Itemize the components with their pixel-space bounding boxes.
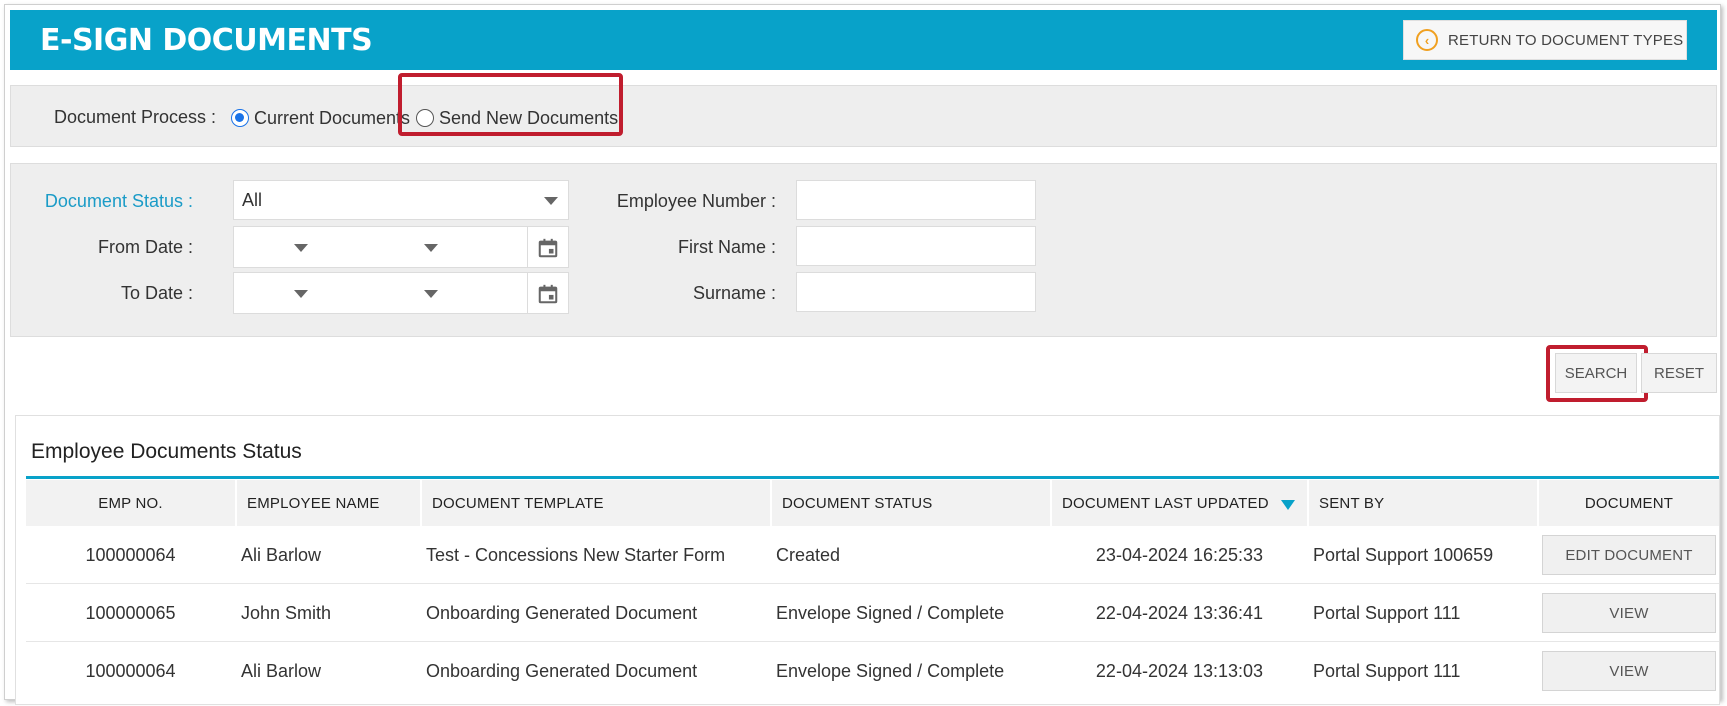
cell-document-template: Onboarding Generated Document xyxy=(426,660,698,681)
table-title: Employee Documents Status xyxy=(31,440,302,463)
cell-document-template: Onboarding Generated Document xyxy=(426,602,698,623)
document-process-label: Document Process : xyxy=(54,107,217,127)
employee-number-label: Employee Number : xyxy=(616,191,776,211)
surname-input[interactable] xyxy=(796,272,1036,312)
divider xyxy=(527,273,528,313)
page-header: E-SIGN DOCUMENTS ‹ RETURN TO DOCUMENT TY… xyxy=(10,10,1717,70)
cell-document-status: Created xyxy=(776,544,841,565)
cell-employee-name: Ali Barlow xyxy=(241,544,322,565)
first-name-label: First Name : xyxy=(677,237,776,257)
chevron-down-icon[interactable] xyxy=(294,290,308,298)
cell-sent-by: Portal Support 111 xyxy=(1313,602,1461,623)
column-emp-no[interactable]: EMP NO. xyxy=(26,480,235,526)
column-document[interactable]: DOCUMENT xyxy=(1539,480,1719,526)
view-document-button[interactable]: VIEW xyxy=(1542,593,1716,633)
to-date-picker[interactable] xyxy=(233,272,569,314)
column-document-last-updated-label: DOCUMENT LAST UPDATED xyxy=(1062,494,1269,512)
employee-number-input[interactable] xyxy=(796,180,1036,220)
document-status-value: All xyxy=(242,190,263,210)
column-document-status[interactable]: DOCUMENT STATUS xyxy=(772,480,1050,526)
column-sent-by[interactable]: SENT BY xyxy=(1309,480,1537,526)
calendar-icon[interactable] xyxy=(537,237,559,259)
table-row: 100000064 Ali Barlow Test - Concessions … xyxy=(26,526,1719,584)
cell-emp-no: 100000065 xyxy=(85,602,176,623)
from-date-label: From Date : xyxy=(97,237,193,257)
divider xyxy=(527,227,528,267)
cell-sent-by: Portal Support 100659 xyxy=(1313,544,1494,565)
filter-panel: Document Status : All From Date : To Dat… xyxy=(10,163,1717,337)
highlight-search-button xyxy=(1546,345,1648,402)
cell-document-status: Envelope Signed / Complete xyxy=(776,660,1005,681)
document-status-select[interactable]: All xyxy=(233,180,569,220)
cell-document-template: Test - Concessions New Starter Form xyxy=(426,544,726,565)
chevron-down-icon[interactable] xyxy=(294,244,308,252)
cell-employee-name: Ali Barlow xyxy=(241,660,322,681)
chevron-down-icon xyxy=(544,197,558,205)
document-status-label: Document Status : xyxy=(44,191,193,211)
calendar-icon[interactable] xyxy=(537,283,559,305)
sort-desc-icon[interactable] xyxy=(1281,500,1295,510)
cell-last-updated: 23-04-2024 16:25:33 xyxy=(1095,544,1264,565)
column-employee-name[interactable]: EMPLOYEE NAME xyxy=(237,480,420,526)
to-date-label: To Date : xyxy=(120,283,193,303)
edit-document-button[interactable]: EDIT DOCUMENT xyxy=(1542,535,1716,575)
highlight-send-new-documents xyxy=(398,73,623,136)
chevron-down-icon[interactable] xyxy=(424,290,438,298)
cell-last-updated: 22-04-2024 13:36:41 xyxy=(1095,602,1264,623)
cell-employee-name: John Smith xyxy=(241,602,332,623)
page-frame: E-SIGN DOCUMENTS ‹ RETURN TO DOCUMENT TY… xyxy=(4,4,1721,705)
cell-emp-no: 100000064 xyxy=(85,660,176,681)
chevron-down-icon[interactable] xyxy=(424,244,438,252)
column-document-template[interactable]: DOCUMENT TEMPLATE xyxy=(422,480,770,526)
first-name-input[interactable] xyxy=(796,226,1036,266)
chevron-left-circle-icon: ‹ xyxy=(1416,29,1438,51)
page-title: E-SIGN DOCUMENTS xyxy=(40,23,373,58)
cell-last-updated: 22-04-2024 13:13:03 xyxy=(1095,660,1264,681)
cell-document-status: Envelope Signed / Complete xyxy=(776,602,1005,623)
surname-label: Surname : xyxy=(692,283,776,303)
radio-current-documents[interactable] xyxy=(231,109,249,127)
employee-documents-panel: Employee Documents Status EMP NO. EMPLOY… xyxy=(15,415,1720,705)
cell-sent-by: Portal Support 111 xyxy=(1313,660,1461,681)
view-document-button[interactable]: VIEW xyxy=(1542,651,1716,691)
document-process-bar: Document Process : Current Documents Sen… xyxy=(10,85,1717,147)
radio-current-documents-label[interactable]: Current Documents xyxy=(254,108,410,129)
reset-button[interactable]: RESET xyxy=(1641,353,1717,393)
table-row: 100000064 Ali Barlow Onboarding Generate… xyxy=(26,642,1719,700)
table-row: 100000065 John Smith Onboarding Generate… xyxy=(26,584,1719,642)
table-header: EMP NO. EMPLOYEE NAME DOCUMENT TEMPLATE … xyxy=(26,480,1719,526)
return-to-document-types-button[interactable]: ‹ RETURN TO DOCUMENT TYPES xyxy=(1403,20,1687,60)
from-date-picker[interactable] xyxy=(233,226,569,268)
cell-emp-no: 100000064 xyxy=(85,544,176,565)
return-button-label: RETURN TO DOCUMENT TYPES xyxy=(1448,31,1684,49)
column-document-last-updated[interactable]: DOCUMENT LAST UPDATED xyxy=(1052,480,1307,526)
title-underline xyxy=(26,476,1719,479)
